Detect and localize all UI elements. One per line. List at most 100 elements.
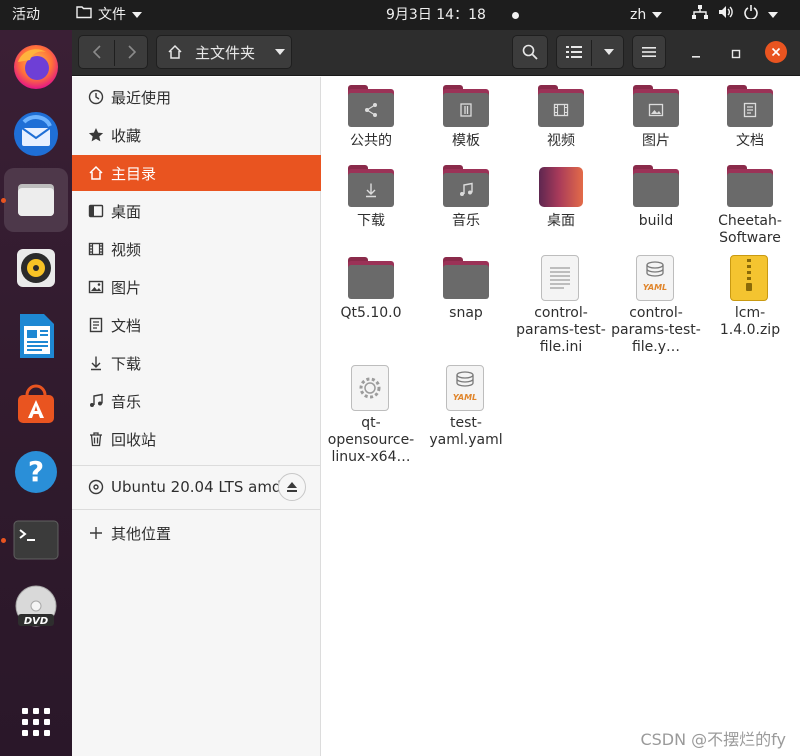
location-button[interactable]: 主文件夹 — [156, 35, 292, 69]
trash-icon — [85, 431, 107, 447]
help-launcher[interactable]: ? — [4, 440, 68, 504]
sidebar-item-music[interactable]: 音乐 — [72, 383, 321, 419]
terminal-launcher[interactable] — [4, 508, 68, 572]
thunderbird-launcher[interactable] — [4, 102, 68, 166]
file-item[interactable]: Cheetah-Software — [705, 157, 795, 247]
sidebar-item-label: 文档 — [111, 316, 142, 335]
eject-icon — [287, 482, 297, 492]
power-icon — [744, 0, 758, 30]
sidebar-item-label: 主目录 — [111, 164, 157, 183]
file-item[interactable]: qt-opensource-linux-x64… — [326, 359, 416, 466]
file-item[interactable]: YAML control-params-test-file.y… — [611, 249, 701, 356]
running-indicator — [1, 538, 6, 543]
view-options-button[interactable] — [592, 36, 625, 68]
rhythmbox-launcher[interactable] — [4, 236, 68, 300]
music-icon — [85, 393, 107, 409]
sidebar-item-videos[interactable]: 视频 — [72, 231, 321, 267]
sidebar-item-downloads[interactable]: 下载 — [72, 345, 321, 381]
system-menu-button[interactable] — [692, 0, 778, 30]
file-item[interactable]: 视频 — [516, 77, 606, 150]
sidebar-item-desktop[interactable]: 桌面 — [72, 193, 321, 229]
file-item[interactable]: Qt5.10.0 — [326, 249, 416, 322]
help-icon: ? — [15, 451, 57, 493]
star-icon — [85, 127, 107, 143]
sidebar-item-other-locations[interactable]: 其他位置 — [72, 515, 321, 551]
svg-text:DVD: DVD — [24, 616, 48, 627]
show-apps-button[interactable] — [4, 690, 68, 754]
maximize-icon — [731, 49, 741, 59]
film-icon — [553, 103, 569, 117]
file-item[interactable]: 音乐 — [421, 157, 511, 230]
document-icon — [743, 102, 757, 118]
forward-button[interactable] — [115, 36, 149, 68]
activities-label: 活动 — [12, 7, 40, 23]
sidebar-item-label: 回收站 — [111, 430, 157, 449]
file-label: 视频 — [547, 133, 575, 149]
dvd-launcher[interactable]: DVD — [4, 576, 68, 640]
writer-launcher[interactable] — [4, 304, 68, 368]
activities-button[interactable]: 活动 — [12, 0, 40, 30]
notification-dot-icon — [511, 11, 519, 19]
file-item[interactable]: build — [611, 157, 701, 230]
file-item[interactable]: control-params-test-file.ini — [516, 249, 606, 356]
watermark: CSDN @不摆烂的fy — [640, 730, 786, 749]
sidebar-item-pictures[interactable]: 图片 — [72, 269, 321, 305]
search-button[interactable] — [512, 35, 548, 69]
firefox-launcher[interactable] — [4, 34, 68, 98]
chevron-down-icon — [603, 49, 614, 55]
sidebar-item-trash[interactable]: 回收站 — [72, 421, 321, 457]
software-center-icon — [18, 384, 54, 423]
file-item[interactable]: YAML test-yaml.yaml — [421, 359, 511, 449]
app-menu-button[interactable]: 文件 — [76, 0, 142, 30]
writer-icon — [20, 314, 54, 358]
files-launcher[interactable] — [4, 168, 68, 232]
sidebar-item-home[interactable]: 主目录 — [72, 155, 321, 191]
chevron-right-icon — [128, 45, 137, 59]
file-item[interactable]: lcm-1.4.0.zip — [705, 249, 795, 339]
file-item[interactable]: 图片 — [611, 77, 701, 150]
folder-icon — [76, 0, 92, 30]
dvd-icon: DVD — [15, 585, 57, 627]
software-launcher[interactable] — [4, 372, 68, 436]
language-label: zh — [630, 7, 647, 23]
file-item[interactable]: 桌面 — [516, 157, 606, 230]
file-item[interactable]: 模板 — [421, 77, 511, 150]
clock-button[interactable]: 9月3日 14：18 — [386, 0, 519, 30]
file-item[interactable]: 文档 — [705, 77, 795, 150]
sidebar-item-recent[interactable]: 最近使用 — [72, 79, 321, 115]
sidebar-item-device[interactable]: Ubuntu 20.04 LTS amd64 — [72, 468, 321, 506]
file-label: 音乐 — [452, 213, 480, 229]
back-button[interactable] — [79, 36, 114, 68]
folder-icon — [631, 163, 681, 209]
text-file-icon — [536, 255, 586, 301]
running-indicator — [1, 198, 6, 203]
file-item[interactable]: snap — [421, 249, 511, 322]
music-icon — [460, 182, 473, 196]
file-item[interactable]: 公共的 — [326, 77, 416, 150]
yaml-tag: YAML — [642, 283, 668, 292]
volume-icon — [718, 0, 734, 30]
image-icon — [85, 279, 107, 295]
svg-text:?: ? — [28, 455, 44, 488]
minimize-button[interactable] — [686, 44, 706, 64]
view-list-button[interactable] — [557, 36, 591, 68]
sidebar-item-starred[interactable]: 收藏 — [72, 117, 321, 153]
home-icon — [168, 44, 182, 59]
sidebar-item-documents[interactable]: 文档 — [72, 307, 321, 343]
maximize-button[interactable] — [726, 44, 746, 64]
file-item[interactable]: 下载 — [326, 157, 416, 230]
download-icon — [366, 183, 376, 198]
eject-button[interactable] — [278, 473, 306, 501]
folder-icon — [725, 163, 775, 209]
sidebar-item-label: 桌面 — [111, 202, 142, 221]
folder-icon — [346, 83, 396, 129]
yaml-tag: YAML — [452, 393, 478, 402]
file-label: 公共的 — [350, 133, 392, 149]
menu-button[interactable] — [632, 35, 666, 69]
file-label: 下载 — [357, 213, 385, 229]
close-button[interactable] — [765, 41, 787, 63]
zip-file-icon — [725, 255, 775, 301]
header-bar: 主文件夹 — [72, 30, 800, 76]
chevron-down-icon — [132, 12, 142, 18]
language-button[interactable]: zh — [630, 0, 663, 30]
